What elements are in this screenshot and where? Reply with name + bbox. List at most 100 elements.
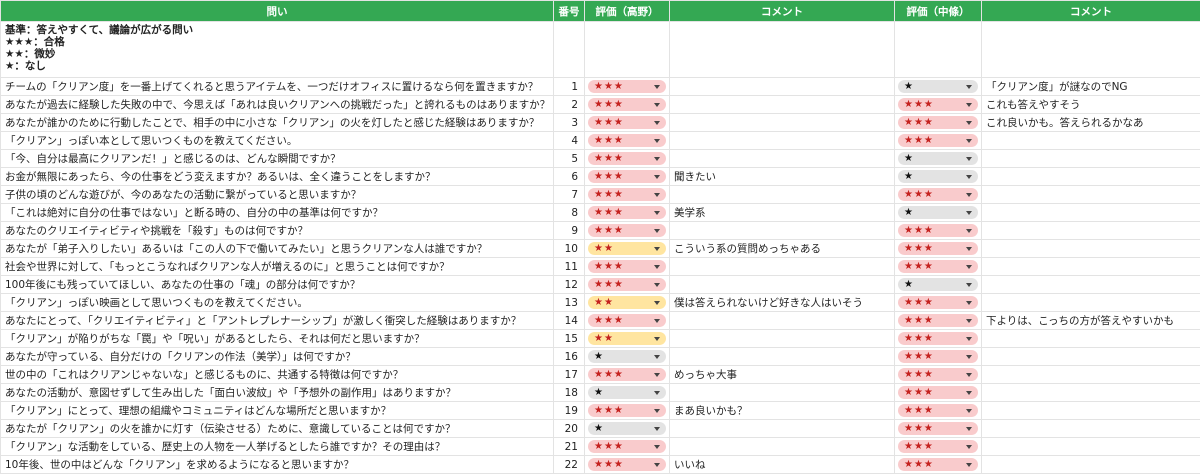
criteria-cell[interactable]: 基準：答えやすくて、議論が広がる問い ★★★：合格 ★★：微妙 ★：なし bbox=[1, 22, 554, 78]
question-cell[interactable]: 社会や世界に対して、「もっとこうなればクリアンな人が増えるのに」と思うことは何で… bbox=[1, 258, 554, 276]
comment-1-cell[interactable] bbox=[670, 276, 895, 294]
header-question[interactable]: 問い bbox=[1, 1, 554, 22]
dropdown-caret-icon[interactable] bbox=[654, 355, 660, 359]
dropdown-caret-icon[interactable] bbox=[966, 391, 972, 395]
rating-nakajo-cell[interactable]: ★★★ bbox=[895, 114, 982, 132]
empty-cell[interactable] bbox=[585, 22, 670, 78]
dropdown-caret-icon[interactable] bbox=[654, 409, 660, 413]
dropdown-caret-icon[interactable] bbox=[654, 121, 660, 125]
comment-1-cell[interactable] bbox=[670, 114, 895, 132]
rating-dropdown[interactable]: ★ bbox=[898, 152, 978, 165]
comment-2-cell[interactable] bbox=[982, 186, 1200, 204]
question-cell[interactable]: 「これは絶対に自分の仕事ではない」と断る時の、自分の中の基準は何ですか？ bbox=[1, 204, 554, 222]
rating-takano-cell[interactable]: ★★★ bbox=[585, 438, 670, 456]
question-cell[interactable]: 「クリアン」が陥りがちな「罠」や「呪い」があるとしたら、それは何だと思いますか？ bbox=[1, 330, 554, 348]
number-cell[interactable]: 1 bbox=[554, 78, 585, 96]
question-cell[interactable]: あなたにとって、「クリエイティビティ」と「アントレプレナーシップ」が激しく衝突し… bbox=[1, 312, 554, 330]
comment-1-cell[interactable]: 美学系 bbox=[670, 204, 895, 222]
dropdown-caret-icon[interactable] bbox=[654, 337, 660, 341]
comment-2-cell[interactable] bbox=[982, 132, 1200, 150]
dropdown-caret-icon[interactable] bbox=[966, 211, 972, 215]
rating-dropdown[interactable]: ★ bbox=[588, 422, 666, 435]
rating-dropdown[interactable]: ★★★ bbox=[898, 260, 978, 273]
rating-dropdown[interactable]: ★★★ bbox=[898, 404, 978, 417]
rating-dropdown[interactable]: ★★★ bbox=[898, 350, 978, 363]
dropdown-caret-icon[interactable] bbox=[966, 139, 972, 143]
rating-takano-cell[interactable]: ★ bbox=[585, 348, 670, 366]
header-comment-1[interactable]: コメント bbox=[670, 1, 895, 22]
dropdown-caret-icon[interactable] bbox=[966, 283, 972, 287]
number-cell[interactable]: 10 bbox=[554, 240, 585, 258]
comment-2-cell[interactable] bbox=[982, 150, 1200, 168]
dropdown-caret-icon[interactable] bbox=[654, 391, 660, 395]
comment-1-cell[interactable] bbox=[670, 222, 895, 240]
dropdown-caret-icon[interactable] bbox=[966, 355, 972, 359]
dropdown-caret-icon[interactable] bbox=[654, 157, 660, 161]
rating-takano-cell[interactable]: ★★★ bbox=[585, 312, 670, 330]
dropdown-caret-icon[interactable] bbox=[966, 463, 972, 467]
rating-dropdown[interactable]: ★★★ bbox=[898, 458, 978, 471]
rating-takano-cell[interactable]: ★★ bbox=[585, 330, 670, 348]
comment-1-cell[interactable]: こういう系の質問めっちゃある bbox=[670, 240, 895, 258]
rating-dropdown[interactable]: ★★★ bbox=[898, 386, 978, 399]
dropdown-caret-icon[interactable] bbox=[654, 445, 660, 449]
question-cell[interactable]: 10年後、世の中はどんな「クリアン」を求めるようになると思いますか？ bbox=[1, 456, 554, 474]
rating-nakajo-cell[interactable]: ★★★ bbox=[895, 330, 982, 348]
rating-takano-cell[interactable]: ★★★ bbox=[585, 456, 670, 474]
rating-nakajo-cell[interactable]: ★ bbox=[895, 276, 982, 294]
rating-dropdown[interactable]: ★★★ bbox=[588, 170, 666, 183]
question-cell[interactable]: あなたが誰かのために行動したことで、相手の中に小さな「クリアン」の火を灯したと感… bbox=[1, 114, 554, 132]
comment-1-cell[interactable]: めっちゃ大事 bbox=[670, 366, 895, 384]
comment-1-cell[interactable] bbox=[670, 330, 895, 348]
number-cell[interactable]: 19 bbox=[554, 402, 585, 420]
header-rating-nakajo[interactable]: 評価（中條） bbox=[895, 1, 982, 22]
empty-cell[interactable] bbox=[982, 22, 1200, 78]
rating-takano-cell[interactable]: ★★ bbox=[585, 240, 670, 258]
dropdown-caret-icon[interactable] bbox=[654, 373, 660, 377]
rating-dropdown[interactable]: ★★★ bbox=[588, 458, 666, 471]
rating-nakajo-cell[interactable]: ★★★ bbox=[895, 186, 982, 204]
number-cell[interactable]: 12 bbox=[554, 276, 585, 294]
rating-nakajo-cell[interactable]: ★ bbox=[895, 168, 982, 186]
number-cell[interactable]: 7 bbox=[554, 186, 585, 204]
question-cell[interactable]: お金が無限にあったら、今の仕事をどう変えますか？あるいは、全く違うことをしますか… bbox=[1, 168, 554, 186]
comment-2-cell[interactable] bbox=[982, 456, 1200, 474]
number-cell[interactable]: 8 bbox=[554, 204, 585, 222]
dropdown-caret-icon[interactable] bbox=[654, 229, 660, 233]
rating-dropdown[interactable]: ★ bbox=[588, 386, 666, 399]
rating-dropdown[interactable]: ★★ bbox=[588, 296, 666, 309]
comment-1-cell[interactable] bbox=[670, 420, 895, 438]
rating-dropdown[interactable]: ★ bbox=[898, 206, 978, 219]
number-cell[interactable]: 5 bbox=[554, 150, 585, 168]
rating-dropdown[interactable]: ★ bbox=[898, 80, 978, 93]
dropdown-caret-icon[interactable] bbox=[966, 193, 972, 197]
dropdown-caret-icon[interactable] bbox=[966, 445, 972, 449]
comment-2-cell[interactable]: 下よりは、こっちの方が答えやすいかも bbox=[982, 312, 1200, 330]
rating-dropdown[interactable]: ★★ bbox=[588, 242, 666, 255]
rating-dropdown[interactable]: ★★★ bbox=[588, 368, 666, 381]
rating-takano-cell[interactable]: ★★★ bbox=[585, 276, 670, 294]
rating-dropdown[interactable]: ★★★ bbox=[588, 314, 666, 327]
rating-dropdown[interactable]: ★★★ bbox=[588, 152, 666, 165]
dropdown-caret-icon[interactable] bbox=[966, 247, 972, 251]
dropdown-caret-icon[interactable] bbox=[966, 157, 972, 161]
number-cell[interactable]: 17 bbox=[554, 366, 585, 384]
rating-nakajo-cell[interactable]: ★★★ bbox=[895, 294, 982, 312]
rating-takano-cell[interactable]: ★★★ bbox=[585, 186, 670, 204]
number-cell[interactable]: 16 bbox=[554, 348, 585, 366]
comment-2-cell[interactable] bbox=[982, 438, 1200, 456]
dropdown-caret-icon[interactable] bbox=[966, 373, 972, 377]
question-cell[interactable]: 「クリアン」な活動をしている、歴史上の人物を一人挙げるとしたら誰ですか？その理由… bbox=[1, 438, 554, 456]
rating-takano-cell[interactable]: ★★★ bbox=[585, 150, 670, 168]
question-cell[interactable]: あなたが過去に経験した失敗の中で、今思えば「あれは良いクリアンへの挑戦だった」と… bbox=[1, 96, 554, 114]
rating-dropdown[interactable]: ★★★ bbox=[588, 224, 666, 237]
rating-takano-cell[interactable]: ★★ bbox=[585, 294, 670, 312]
rating-dropdown[interactable]: ★★★ bbox=[898, 224, 978, 237]
rating-takano-cell[interactable]: ★★★ bbox=[585, 204, 670, 222]
rating-takano-cell[interactable]: ★★★ bbox=[585, 114, 670, 132]
dropdown-caret-icon[interactable] bbox=[966, 265, 972, 269]
question-cell[interactable]: あなたのクリエイティビティや挑戦を「殺す」ものは何ですか？ bbox=[1, 222, 554, 240]
question-cell[interactable]: 「クリアン」にとって、理想の組織やコミュニティはどんな場所だと思いますか？ bbox=[1, 402, 554, 420]
dropdown-caret-icon[interactable] bbox=[966, 85, 972, 89]
dropdown-caret-icon[interactable] bbox=[654, 427, 660, 431]
